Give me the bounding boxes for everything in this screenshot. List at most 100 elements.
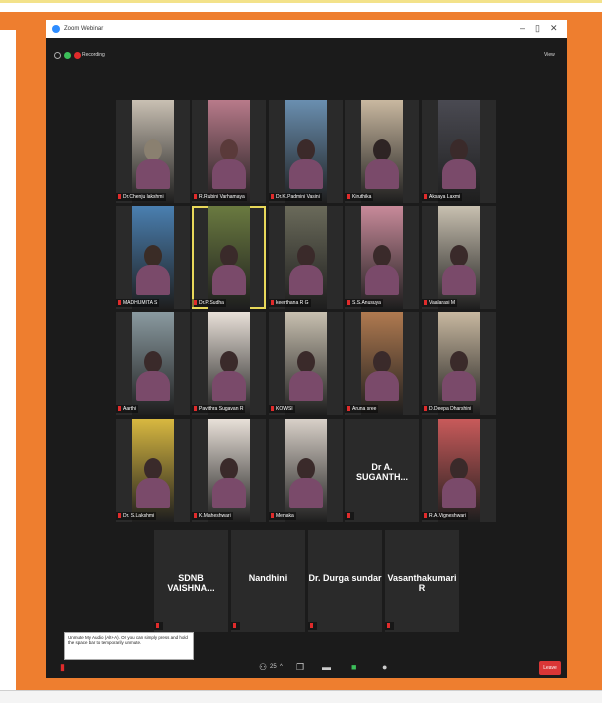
participant-name: Vaalarasi M <box>429 300 456 306</box>
video-tile[interactable]: Kiruthika <box>345 100 419 203</box>
participant-body <box>212 159 246 189</box>
video-tile[interactable]: keerthana R G <box>269 206 343 309</box>
participant-name-tag <box>385 622 394 630</box>
participant-name-tag: R.A.Vigneshwari <box>422 512 468 520</box>
video-tile[interactable]: KOWSI <box>269 312 343 415</box>
participant-figure <box>136 245 170 295</box>
video-tile[interactable]: S.S.Anusuya <box>345 206 419 309</box>
minimize-icon[interactable]: – <box>520 23 525 33</box>
window-title: Zoom Webinar <box>64 26 104 32</box>
participant-name: Dr.Chenju lakshmi <box>123 194 164 200</box>
participant-name-tag: Kiruthika <box>345 193 374 201</box>
audio-tile[interactable]: SDNB VAISHNA... <box>154 530 228 632</box>
video-tile[interactable]: Aruna sree <box>345 312 419 415</box>
participant-figure <box>212 245 246 295</box>
participant-figure <box>289 139 323 189</box>
audio-tile[interactable]: Dr. Durga sundar <box>308 530 382 632</box>
participant-head <box>297 351 315 373</box>
participant-body <box>289 371 323 401</box>
participant-name: Dr.K.Padmini Vasini <box>276 194 320 200</box>
participant-figure <box>136 139 170 189</box>
video-tile[interactable]: D.Deepa Dharshini <box>422 312 496 415</box>
participant-name: R.A.Vigneshwari <box>429 513 466 519</box>
participant-name-tag: Dr. S.Lakshmi <box>116 512 157 520</box>
close-icon[interactable]: ✕ <box>550 23 558 34</box>
participant-body <box>136 265 170 295</box>
participants-count: 25 <box>270 664 277 670</box>
muted-mic-icon <box>118 194 121 200</box>
security-shield-icon[interactable] <box>64 52 71 59</box>
microphone-muted-icon[interactable]: ▮ <box>60 662 65 673</box>
muted-mic-icon <box>118 406 121 412</box>
meeting-controls-bar <box>46 660 567 678</box>
participant-figure <box>442 458 476 508</box>
participant-head <box>297 245 315 267</box>
participant-display-name: Vasanthakumari R <box>387 572 457 593</box>
participant-body <box>365 265 399 295</box>
video-tile[interactable]: Menaka <box>269 419 343 522</box>
view-button[interactable]: View <box>544 52 555 58</box>
muted-mic-icon <box>347 300 350 306</box>
video-tile[interactable]: K.Maheshwari <box>192 419 266 522</box>
participant-body <box>442 478 476 508</box>
video-tile[interactable]: Aksaya Laxmi <box>422 100 496 203</box>
video-tile[interactable]: R.Rubini Varhamaya <box>192 100 266 203</box>
participant-figure <box>289 245 323 295</box>
participant-body <box>136 478 170 508</box>
participant-body <box>289 159 323 189</box>
muted-mic-icon <box>347 194 350 200</box>
footer-strip <box>0 690 602 703</box>
video-tile[interactable]: Pavithra Sugavan R <box>192 312 266 415</box>
participant-name: MADHUMITA S <box>123 300 158 306</box>
video-tile[interactable]: R.A.Vigneshwari <box>422 419 496 522</box>
participant-head <box>144 245 162 267</box>
participant-head <box>220 139 238 161</box>
reactions-icon[interactable]: ● <box>382 662 387 672</box>
unmute-tooltip: Unmute My Audio (Alt+A). Or you can simp… <box>64 632 194 660</box>
participant-name-tag: KOWSI <box>269 405 295 413</box>
participant-name: K.Maheshwari <box>199 513 231 519</box>
participant-name: Menaka <box>276 513 294 519</box>
info-icon[interactable] <box>54 52 61 59</box>
participants-icon[interactable]: ⚇ <box>259 662 267 673</box>
participant-body <box>442 371 476 401</box>
participant-name: Aruna sree <box>352 406 377 412</box>
video-tile[interactable]: Dr. S.Lakshmi <box>116 419 190 522</box>
participant-head <box>220 245 238 267</box>
participant-name: KOWSI <box>276 406 293 412</box>
raise-hand-icon[interactable]: ■ <box>351 662 356 672</box>
leave-button[interactable]: Leave <box>539 661 561 675</box>
participant-name-tag: S.S.Anusuya <box>345 299 383 307</box>
participant-name-tag: Dr.P.Sudha <box>192 299 226 307</box>
meeting-top-bar <box>46 38 567 60</box>
video-tile[interactable]: Dr A. SUGANTH... <box>345 419 419 522</box>
share-icon[interactable]: ❐ <box>296 662 304 673</box>
participant-body <box>289 478 323 508</box>
participant-head <box>450 351 468 373</box>
audio-tile[interactable]: Nandhini <box>231 530 305 632</box>
chevron-up-icon[interactable]: ^ <box>280 664 283 670</box>
participant-figure <box>212 458 246 508</box>
participant-name: Aarthi <box>123 406 137 412</box>
muted-mic-icon <box>310 623 313 629</box>
participant-head <box>373 351 391 373</box>
video-tile[interactable]: Dr.Chenju lakshmi <box>116 100 190 203</box>
chat-icon[interactable]: ▬ <box>322 662 331 672</box>
video-tile[interactable]: MADHUMITA S <box>116 206 190 309</box>
participant-name: D.Deepa Dharshini <box>429 406 472 412</box>
video-tile[interactable]: Aarthi <box>116 312 190 415</box>
muted-mic-icon <box>271 406 274 412</box>
participant-display-name: Nandhini <box>248 572 288 583</box>
participant-name-tag: Vaalarasi M <box>422 299 458 307</box>
participant-head <box>450 458 468 480</box>
participant-name-tag: keerthana R G <box>269 299 311 307</box>
video-tile[interactable]: Dr.P.Sudha <box>192 206 266 309</box>
participant-name-tag <box>345 512 354 520</box>
audio-tile[interactable]: Vasanthakumari R <box>385 530 459 632</box>
participant-head <box>450 245 468 267</box>
video-tile[interactable]: Vaalarasi M <box>422 206 496 309</box>
maximize-icon[interactable]: ▯ <box>535 23 540 34</box>
orange-border-left <box>16 12 46 160</box>
participant-head <box>373 245 391 267</box>
video-tile[interactable]: Dr.K.Padmini Vasini <box>269 100 343 203</box>
